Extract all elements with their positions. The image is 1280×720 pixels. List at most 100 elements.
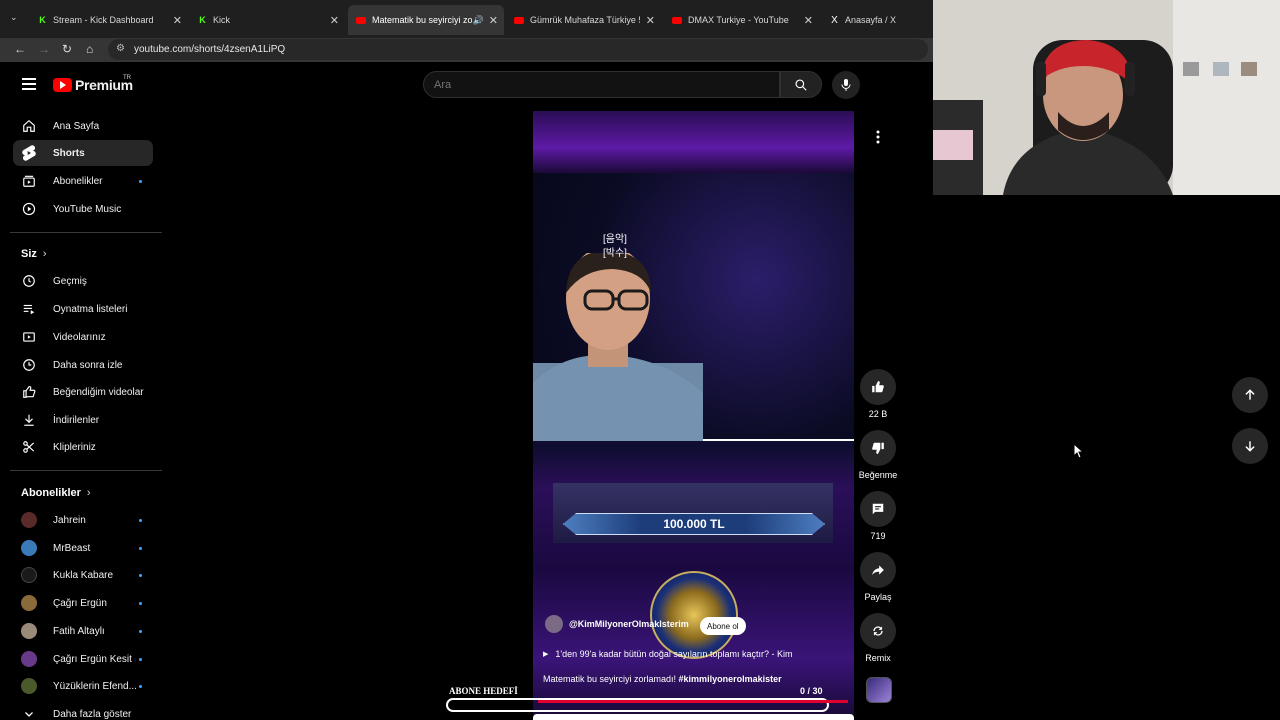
browser-tab-title: Gümrük Muhafaza Türkiye 5. Bö [530,15,640,25]
new-content-dot [139,601,142,605]
close-tab-icon[interactable]: ✕ [173,14,182,27]
channel-avatar [21,678,37,694]
video-progress-bar[interactable] [533,714,854,720]
sidebar-item-subscriptions[interactable]: Abonelikler [13,168,153,194]
browser-tab[interactable]: Gümrük Muhafaza Türkiye 5. Bö ✕ [506,5,661,35]
search-input[interactable] [434,78,779,91]
channel-name: Çağrı Ergün Kesit [53,653,132,665]
back-arrow-icon[interactable]: ← [14,42,26,56]
close-tab-icon[interactable]: ✕ [330,14,339,27]
new-content-dot [139,518,142,522]
sidebar-channel[interactable]: Çağrı Ergün [13,590,153,616]
sidebar-item-label: Videolarınız [53,331,106,343]
browser-tab[interactable]: DMAX Turkiye - YouTube ✕ [664,5,819,35]
sidebar-item-history[interactable]: Geçmiş [13,268,153,294]
browser-tab-title: Matematik bu seyirciyi zorla [372,15,472,25]
url-text: youtube.com/shorts/4zsenA1LiPQ [134,44,286,55]
sidebar-section-subscriptions[interactable]: Abonelikler › [21,487,91,499]
url-field[interactable]: ⚙ youtube.com/shorts/4zsenA1LiPQ [108,39,928,60]
hashtag-link[interactable]: #kimmilyonerolmakister [679,674,782,684]
new-content-dot [139,629,142,633]
sidebar-item-downloads[interactable]: İndirilenler [13,407,153,433]
browser-tab-bar: ⌄ K Stream - Kick Dashboard ✕ K Kick ✕ M… [0,0,933,38]
browser-tab[interactable]: K Kick ✕ [190,5,345,35]
original-sound-thumbnail[interactable] [866,677,892,703]
mouse-cursor-icon [1073,443,1083,459]
sidebar-section-you[interactable]: Siz › [21,248,47,260]
sidebar-channel[interactable]: MrBeast [13,535,153,561]
home-icon[interactable]: ⌂ [86,42,93,56]
video-frame: [음악] [박수] [533,173,854,441]
comment-count: 719 [870,531,886,541]
history-icon [21,273,37,289]
streamer-webcam-image [933,0,1280,195]
channel-name: Çağrı Ergün [53,597,107,609]
sidebar-channel[interactable]: Fatih Altaylı [13,618,153,644]
channel-avatar [21,623,37,639]
audio-playing-icon[interactable]: 🔊 [473,15,484,26]
comment-icon [872,503,884,515]
site-info-icon[interactable]: ⚙ [116,43,125,54]
sidebar-channel[interactable]: Çağrı Ergün Kesit [13,646,153,672]
play-triangle-icon: ▶ [543,651,549,658]
like-button[interactable] [860,369,896,405]
arrow-up-icon [1245,389,1255,400]
browser-tab-title: DMAX Turkiye - YouTube [688,15,789,25]
close-tab-icon[interactable]: ✕ [489,14,498,27]
remix-icon [873,626,883,636]
title-text: Matematik bu seyirciyi zorlamadı! [543,674,679,684]
sidebar-item-label: Beğendiğim videolar [53,386,144,398]
sidebar-divider [10,232,162,233]
next-short-button[interactable] [1232,428,1268,464]
forward-arrow-icon[interactable]: → [38,42,50,56]
description-text: 1'den 99'a kadar bütün doğal sayıların t… [555,649,793,659]
tab-list-chevron-icon[interactable]: ⌄ [10,12,18,23]
new-content-dot [139,684,142,688]
channel-avatar [21,651,37,667]
browser-tab-active[interactable]: Matematik bu seyirciyi zorla 🔊 ✕ [348,5,504,35]
subscribe-button[interactable]: Abone ol [700,617,746,635]
search-box[interactable] [423,71,780,98]
voice-search-button[interactable] [832,71,860,99]
subtitle-line: [박수] [603,248,627,259]
browser-tab-title: Anasayfa / X [845,15,897,25]
sidebar-item-liked-videos[interactable]: Beğendiğim videolar [13,379,153,405]
sidebar-item-clips[interactable]: Klipleriniz [13,434,153,460]
browser-tab-title: Kick [213,15,231,25]
sidebar-item-shorts[interactable]: Shorts [13,140,153,166]
subscriber-goal-label: ABONE HEDEFİ [449,686,518,696]
sidebar-channel[interactable]: Kukla Kabare [13,562,153,588]
sidebar-item-watch-later[interactable]: Daha sonra izle [13,352,153,378]
search-button[interactable] [780,71,822,98]
dislike-button[interactable] [860,430,896,466]
remix-button[interactable] [860,613,896,649]
sidebar-item-label: Oynatma listeleri [53,303,128,315]
show-more-button[interactable]: Daha fazla göster [13,701,153,720]
menu-icon[interactable] [22,78,36,90]
sidebar-item-playlists[interactable]: Oynatma listeleri [13,296,153,322]
previous-short-button[interactable] [1232,377,1268,413]
close-tab-icon[interactable]: ✕ [804,14,813,27]
close-tab-icon[interactable]: ✕ [646,14,655,27]
sidebar-item-home[interactable]: Ana Sayfa [13,113,153,139]
video-subtitles: [음악] [박수] [603,233,627,261]
youtube-premium-logo[interactable]: Premium TR [53,75,133,93]
kick-icon: K [39,15,46,25]
browser-tab[interactable]: X Anasayfa / X [822,5,932,35]
video-title[interactable]: Matematik bu seyirciyi zorlamadı! #kimmi… [543,674,782,684]
reload-icon[interactable]: ↻ [62,42,72,56]
more-options-button[interactable] [864,123,892,151]
channel-name[interactable]: @KimMilyonerOlmakIsterim [569,619,689,629]
sidebar-item-your-videos[interactable]: Videolarınız [13,324,153,350]
playlists-icon [21,301,37,317]
comment-action: 719 [858,491,898,541]
channel-avatar[interactable] [545,615,563,633]
comments-button[interactable] [860,491,896,527]
share-button[interactable] [860,552,896,588]
sidebar-channel[interactable]: Jahrein [13,507,153,533]
video-description[interactable]: ▶ 1'den 99'a kadar bütün doğal sayıların… [543,649,792,659]
subscriptions-icon [21,173,37,189]
sidebar-channel[interactable]: Yüzüklerin Efend... [13,673,153,699]
sidebar-item-youtube-music[interactable]: YouTube Music [13,196,153,222]
browser-tab[interactable]: K Stream - Kick Dashboard ✕ [30,5,188,35]
